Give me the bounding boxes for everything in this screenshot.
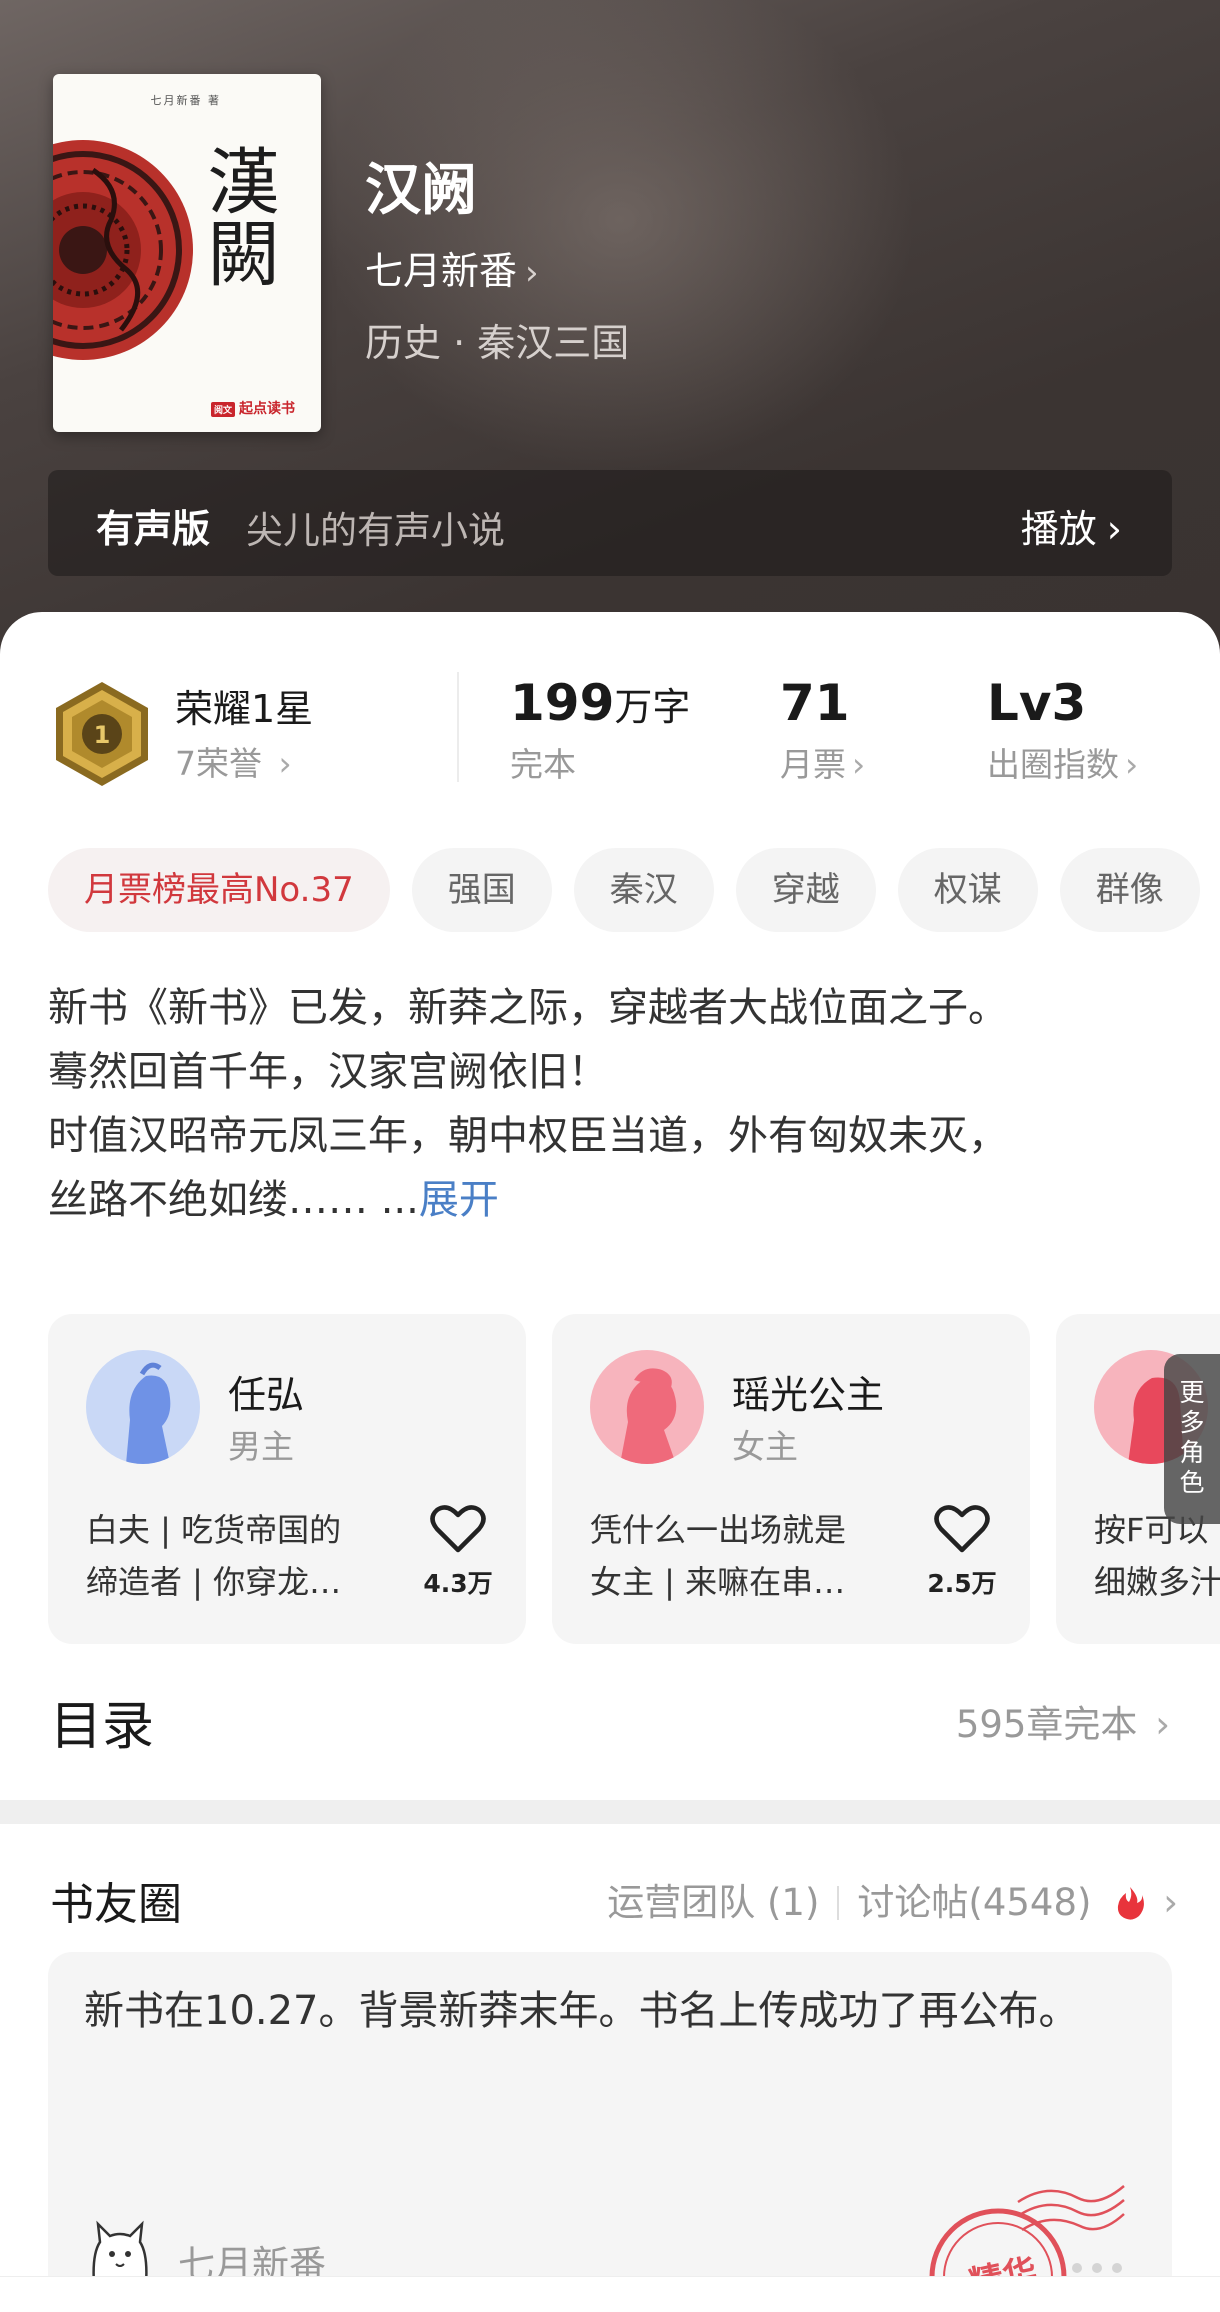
book-header: 七月新番 著 漢闕 阅文 起点读书 汉阙 七月新番 › 历史 · 秦汉三国 有声版 … bbox=[0, 0, 1220, 660]
divider bbox=[837, 1886, 840, 1920]
chevron-right-icon: › bbox=[1125, 745, 1139, 784]
chevron-right-icon: › bbox=[525, 253, 539, 293]
description-line: 蓦然回首千年，汉家宫阙依旧！ bbox=[48, 1049, 608, 1095]
toc-chapter-count: 595章完本 bbox=[955, 1703, 1138, 1746]
character-description: 白夫 | 吃货帝国的 缔造者 | 你穿龙… bbox=[86, 1504, 386, 1608]
author-name: 七月新番 bbox=[365, 249, 518, 293]
play-label: 播放 bbox=[1020, 507, 1097, 551]
words-value: 199 bbox=[510, 674, 615, 732]
level-value: Lv3 bbox=[987, 674, 1087, 732]
stat-popularity-level[interactable]: Lv3 出圈指数 › bbox=[987, 674, 1138, 786]
character-type: 男主 bbox=[228, 1427, 294, 1466]
author-link[interactable]: 七月新番 › bbox=[365, 240, 539, 295]
cover-author-text: 七月新番 著 bbox=[150, 94, 221, 107]
character-avatar bbox=[86, 1350, 200, 1464]
character-name: 瑶光公主 bbox=[732, 1373, 885, 1417]
honor-points[interactable]: 7荣誉 › bbox=[175, 737, 292, 785]
tickets-value: 71 bbox=[780, 674, 850, 732]
more-characters-button[interactable]: 更多角色 bbox=[1164, 1354, 1220, 1524]
level-label: 出圈指数 bbox=[987, 745, 1119, 784]
book-cover[interactable]: 七月新番 著 漢闕 阅文 起点读书 bbox=[53, 74, 321, 432]
circle-meta[interactable]: 运营团队 (1) 讨论帖(4548) › bbox=[607, 1872, 1178, 1926]
tickets-label: 月票 bbox=[780, 745, 846, 784]
tag-item[interactable]: 强国 bbox=[411, 848, 552, 932]
audio-label: 有声版 bbox=[96, 507, 211, 551]
character-name: 任弘 bbox=[228, 1373, 305, 1417]
character-card[interactable]: 瑶光公主 女主 凭什么一出场就是 女主 | 来嘛在串… 2.5万 bbox=[552, 1314, 1030, 1644]
like-count: 4.3万 bbox=[423, 1569, 493, 1598]
character-list: 任弘 男主 白夫 | 吃货帝国的 缔造者 | 你穿龙… 4.3万 瑶光公主 女主 bbox=[48, 1314, 1220, 1648]
toc-title[interactable]: 目录 bbox=[50, 1684, 154, 1759]
cover-brand: 阅文 起点读书 bbox=[211, 398, 295, 418]
chevron-right-icon: › bbox=[1106, 507, 1122, 551]
description-line: 凭什么一出场就是 bbox=[590, 1511, 847, 1549]
book-title: 汉阙 bbox=[365, 158, 477, 223]
book-genre: 历史 · 秦汉三国 bbox=[365, 321, 630, 365]
stat-words: 199万字 完本 bbox=[510, 674, 690, 786]
play-button[interactable]: 播放 › bbox=[1021, 498, 1122, 553]
fire-icon bbox=[1118, 1887, 1145, 1920]
heart-icon[interactable] bbox=[934, 1504, 990, 1554]
description-line: 白夫 | 吃货帝国的 bbox=[86, 1511, 342, 1549]
chevron-right-icon: › bbox=[1151, 1881, 1178, 1924]
carousel-dots bbox=[1062, 2258, 1122, 2277]
words-unit: 万字 bbox=[614, 685, 691, 729]
featured-post[interactable]: 新书在10.27。背景新莽末年。书名上传成功了再公布。 七月新番 精华 bbox=[48, 1952, 1172, 2312]
character-card[interactable]: 任弘 男主 白夫 | 吃货帝国的 缔造者 | 你穿龙… 4.3万 bbox=[48, 1314, 526, 1644]
honor-badge-number: 1 bbox=[94, 721, 111, 749]
chevron-right-icon: › bbox=[1143, 1703, 1170, 1746]
like-count: 2.5万 bbox=[927, 1569, 997, 1598]
description-line: 缔造者 | 你穿龙… bbox=[86, 1563, 342, 1601]
character-description: 凭什么一出场就是 女主 | 来嘛在串… bbox=[590, 1504, 890, 1608]
heart-icon[interactable] bbox=[430, 1504, 486, 1554]
tag-ranking[interactable]: 月票榜最高No.37 bbox=[48, 848, 390, 932]
stats-divider bbox=[457, 672, 459, 782]
honor-name[interactable]: 荣耀1星 bbox=[175, 678, 313, 733]
character-type: 女主 bbox=[732, 1427, 798, 1466]
chevron-right-icon: › bbox=[852, 745, 866, 784]
audio-description: 尖儿的有声小说 bbox=[246, 509, 505, 552]
book-description: 新书《新书》已发，新莽之际，穿越者大战位面之子。 蓦然回首千年，汉家宫阙依旧！ … bbox=[48, 976, 1178, 1232]
toc-status[interactable]: 595章完本 › bbox=[956, 1694, 1170, 1748]
tag-item[interactable]: 权谋 bbox=[897, 848, 1038, 932]
audio-version-bar[interactable]: 有声版 尖儿的有声小说 播放 › bbox=[48, 470, 1172, 576]
cover-brand-label: 起点读书 bbox=[239, 401, 296, 417]
tag-item[interactable]: 秦汉 bbox=[573, 848, 714, 932]
words-label: 完本 bbox=[510, 745, 576, 784]
stat-monthly-tickets[interactable]: 71 月票 › bbox=[780, 674, 865, 786]
tag-list: 月票榜最高No.37 强国 秦汉 穿越 权谋 群像 bbox=[48, 848, 1220, 934]
expand-link[interactable]: 展开 bbox=[419, 1177, 499, 1223]
bottom-bar bbox=[0, 2276, 1220, 2312]
tag-item[interactable]: 群像 bbox=[1059, 848, 1200, 932]
description-line: 时值汉昭帝元凤三年，朝中权臣当道，外有匈奴未灭， bbox=[48, 1113, 1008, 1159]
book-circle-section: 书友圈 运营团队 (1) 讨论帖(4548) › 新书在10.27。背景新莽末年。… bbox=[0, 1824, 1220, 2312]
description-line: 丝路不绝如缕…… ... bbox=[48, 1177, 419, 1223]
book-info-panel: 1 荣耀1星 7荣誉 › 199万字 完本 71 月票 › Lv3 出圈指数 › 月… bbox=[0, 612, 1220, 1800]
operations-team-link[interactable]: 运营团队 (1) bbox=[607, 1881, 819, 1924]
cover-title: 漢闕 bbox=[195, 144, 279, 288]
description-line: 女主 | 来嘛在串… bbox=[590, 1563, 846, 1601]
more-characters-label: 更多角色 bbox=[1179, 1378, 1205, 1497]
cover-brand-mark: 阅文 bbox=[211, 401, 236, 417]
post-text: 新书在10.27。背景新莽末年。书名上传成功了再公布。 bbox=[84, 1988, 1079, 2034]
honor-badge-icon[interactable]: 1 bbox=[52, 680, 152, 788]
description-line: 细嫩多汁 bbox=[1094, 1563, 1220, 1601]
chevron-right-icon: › bbox=[268, 744, 292, 783]
description-line: 新书《新书》已发，新莽之际，穿越者大战位面之子。 bbox=[48, 985, 1008, 1031]
character-avatar bbox=[590, 1350, 704, 1464]
tag-item[interactable]: 穿越 bbox=[735, 848, 876, 932]
discussion-posts-link[interactable]: 讨论帖(4548) bbox=[857, 1881, 1091, 1924]
honor-points-label: 7荣誉 bbox=[175, 744, 262, 783]
circle-title: 书友圈 bbox=[50, 1879, 182, 1930]
